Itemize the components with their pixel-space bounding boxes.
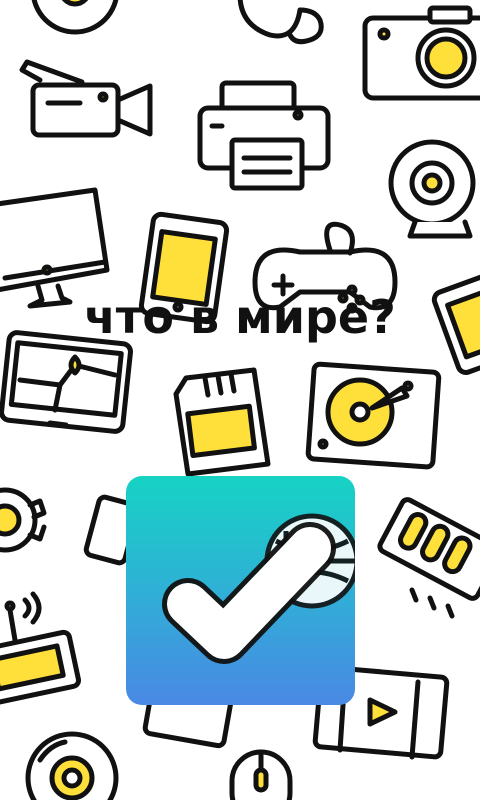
- webcam-icon: [388, 139, 476, 239]
- video-camera-icon: [19, 59, 153, 138]
- printer-icon: [197, 80, 331, 191]
- disc-icon: [25, 731, 119, 800]
- mouse-icon: [229, 749, 293, 800]
- photo-camera-icon: [362, 5, 480, 101]
- router-icon: [0, 591, 82, 706]
- mouse-icon: [237, 0, 324, 45]
- splash-title: что в мире?: [84, 290, 396, 344]
- gear-icon: [0, 487, 47, 553]
- app-logo: [126, 476, 355, 705]
- sd-card-icon: [173, 367, 271, 477]
- gps-navigator-icon: [0, 330, 133, 434]
- hard-drive-icon: [305, 361, 442, 470]
- ram-module-icon: [377, 497, 480, 619]
- disc-icon: [31, 0, 119, 35]
- monitor-icon: [0, 187, 110, 309]
- checkmark-icon: [162, 513, 355, 664]
